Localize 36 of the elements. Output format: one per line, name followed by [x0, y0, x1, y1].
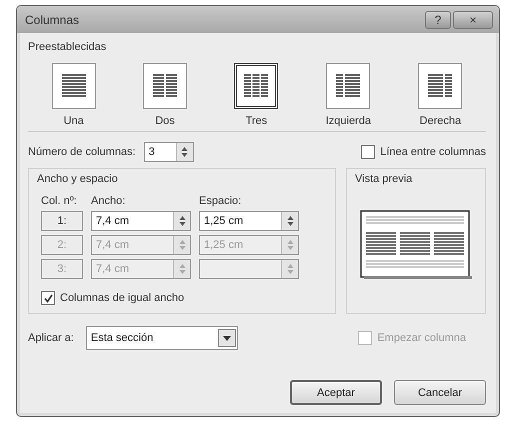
group-title: Vista previa: [355, 173, 414, 185]
column-number: 2:: [41, 235, 83, 255]
column-layout-icon: [60, 73, 88, 99]
column-header: Ancho:: [91, 195, 126, 207]
dialog-button[interactable]: Cancelar: [394, 380, 486, 405]
checkbox-label: Empezar columna: [377, 332, 466, 344]
spin-arrows-icon[interactable]: [181, 146, 188, 158]
column-layout-icon: [151, 73, 180, 99]
help-button[interactable]: ?: [425, 10, 451, 28]
width-field[interactable]: 7,4 cm: [91, 211, 191, 231]
checkbox[interactable]: [361, 145, 376, 159]
dialog-button[interactable]: Aceptar: [290, 380, 382, 405]
section-title: Preestablecidas: [28, 41, 108, 53]
column-layout-icon: [242, 73, 270, 99]
dropdown-caret-icon: [222, 336, 231, 340]
checkbox-label: Línea entre columnas: [380, 146, 486, 158]
columns-spinner[interactable]: 3: [144, 142, 194, 162]
column-layout-icon: [426, 73, 454, 99]
checkbox[interactable]: [41, 291, 55, 305]
column-header: Col. nº:: [41, 195, 78, 207]
spacing-field[interactable]: 1,25 cm: [199, 211, 299, 231]
window-title: Columnas: [25, 12, 80, 26]
apply-to-dropdown[interactable]: Esta sección: [86, 326, 238, 350]
checkmark-icon: [44, 294, 52, 302]
checkbox-label: Columnas de igual ancho: [60, 292, 184, 304]
group-title: Ancho y espacio: [37, 173, 118, 185]
field-label: Número de columnas:: [28, 146, 136, 158]
spin-arrows-icon[interactable]: [178, 215, 186, 227]
spacing-field[interactable]: [199, 259, 299, 279]
column-layout-icon: [334, 73, 362, 99]
spin-arrows-icon[interactable]: [286, 215, 294, 227]
column-number: 3:: [41, 259, 83, 279]
column-header: Espacio:: [199, 195, 242, 207]
column-number: 1:: [41, 211, 83, 231]
close-button[interactable]: ×: [453, 10, 493, 28]
field-label: Aplicar a:: [28, 332, 74, 344]
